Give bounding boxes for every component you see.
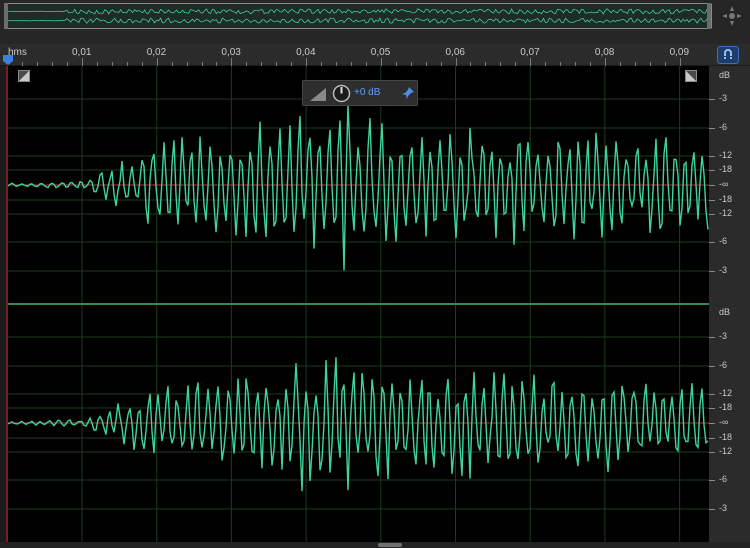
db-scale: dB dB -3 -6 -12 -18 -∞ -18 -12 -6 -3 -3 -6 -12 -18 -∞… <box>709 66 750 542</box>
db-unit-bottom: dB <box>719 307 731 317</box>
ruler-tick-label: 0,02 <box>146 47 167 58</box>
ruler-tick <box>306 58 308 66</box>
snap-button[interactable] <box>717 46 739 64</box>
waveform-display[interactable] <box>6 66 709 542</box>
horizontal-scrollbar[interactable] <box>0 542 750 548</box>
db-label: -6 <box>719 474 728 484</box>
db-label: -18 <box>719 432 733 442</box>
db-label: -6 <box>719 360 728 370</box>
db-tick <box>709 337 715 338</box>
ruler-tick-label: 0,08 <box>594 47 615 58</box>
db-tick <box>709 242 715 243</box>
db-label: -12 <box>719 446 733 456</box>
ruler-tick-label: 0,05 <box>370 47 391 58</box>
overview-handle-left[interactable] <box>4 3 8 29</box>
db-label: -18 <box>719 402 733 412</box>
ruler-tick-label: 0,03 <box>221 47 241 58</box>
db-tick <box>709 99 715 100</box>
playhead-line[interactable] <box>6 66 8 542</box>
db-label: -12 <box>719 208 733 218</box>
fade-in-icon[interactable] <box>18 70 30 82</box>
db-label: -3 <box>719 331 728 341</box>
ruler-tick-label: 0,01 <box>72 47 92 58</box>
channel-2-waveform <box>6 357 709 492</box>
db-label: -3 <box>719 503 728 513</box>
ruler-tick-label: 0,06 <box>445 47 465 58</box>
db-tick <box>709 423 715 424</box>
ruler-tick <box>604 58 606 66</box>
db-label: -6 <box>719 122 728 132</box>
ruler-tick <box>82 58 83 66</box>
overview-waveform <box>7 8 711 24</box>
ruler-tick-label: 0,04 <box>296 47 316 58</box>
waveform-canvas <box>6 66 709 542</box>
fade-out-icon[interactable] <box>685 70 697 82</box>
db-tick <box>709 509 715 510</box>
ruler-tick-label: 0,09 <box>669 47 690 58</box>
db-tick <box>709 170 715 171</box>
db-label: -3 <box>719 93 728 103</box>
db-label: -6 <box>719 236 728 246</box>
db-tick <box>709 271 715 272</box>
ruler-tick-label: 0,07 <box>520 47 540 58</box>
ruler-tick <box>380 58 382 66</box>
db-tick <box>709 408 715 409</box>
db-tick <box>709 200 715 201</box>
gain-value[interactable]: +0 dB <box>354 87 380 98</box>
db-label: -∞ <box>719 179 729 189</box>
db-label: -18 <box>719 194 733 204</box>
time-ruler[interactable]: hms 0,01 0,02 0,03 0,04 0,05 0,06 0,07 0,08 0,09 <box>0 44 750 66</box>
overview-viewport[interactable] <box>6 3 712 29</box>
db-tick <box>709 128 715 129</box>
overview-handle-right[interactable] <box>707 3 711 29</box>
db-tick <box>709 394 715 395</box>
db-tick <box>709 480 715 481</box>
gain-knob-icon[interactable] <box>332 84 351 103</box>
db-label: -3 <box>719 265 728 275</box>
db-label: -∞ <box>719 417 729 427</box>
db-tick <box>709 438 715 439</box>
ruler-tick <box>455 58 457 66</box>
zoom-navigator-icon[interactable] <box>720 4 744 28</box>
db-unit-top: dB <box>719 70 731 80</box>
ruler-tick <box>679 58 681 66</box>
snap-magnet-icon <box>724 49 732 59</box>
db-tick <box>709 185 715 186</box>
overview-strip[interactable] <box>0 0 750 44</box>
level-meter-icon[interactable] <box>309 86 327 102</box>
scrollbar-thumb[interactable] <box>378 543 402 547</box>
db-tick <box>709 156 715 157</box>
channel-1-waveform <box>6 104 709 271</box>
db-label: -18 <box>719 164 733 174</box>
ruler-tick <box>156 58 158 66</box>
db-label: -12 <box>719 150 733 160</box>
db-label: -12 <box>719 388 733 398</box>
ruler-tick <box>530 58 532 66</box>
db-tick <box>709 452 715 453</box>
gain-hud[interactable]: +0 dB <box>302 80 418 106</box>
db-tick <box>709 366 715 367</box>
pin-icon[interactable] <box>401 86 415 100</box>
ruler-tick <box>231 58 233 66</box>
playhead-marker-icon[interactable] <box>2 54 14 66</box>
db-tick <box>709 214 715 215</box>
